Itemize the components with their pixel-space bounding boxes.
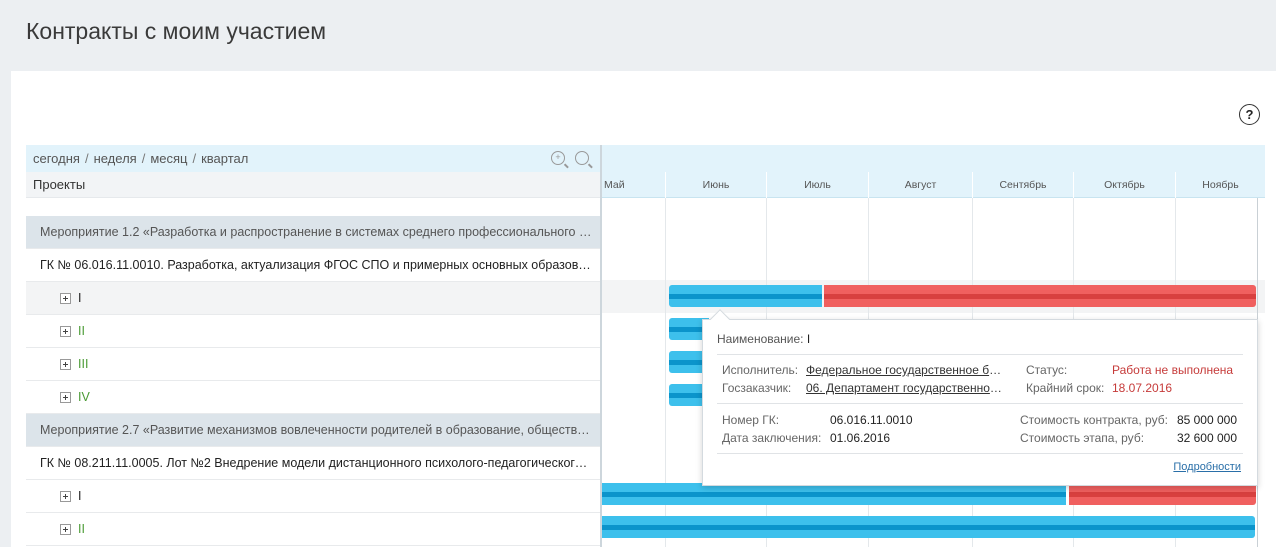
stage-cost-value: 32 600 000 xyxy=(1176,431,1237,445)
scale-toolbar: сегодня / неделя / месяц / квартал + xyxy=(26,145,600,172)
tree-group-row[interactable]: Мероприятие 1.2 «Разработка и распростра… xyxy=(26,216,600,249)
deadline-label: Крайний срок: xyxy=(1026,381,1105,395)
month-label: Июнь xyxy=(665,172,766,198)
gantt-toolbar-strip xyxy=(602,145,1265,172)
tree-stage-row[interactable]: I xyxy=(26,282,600,315)
tree-contract-row[interactable]: ГК № 08.211.11.0005. Лот №2 Внедрение мо… xyxy=(26,447,600,480)
stage-label: II xyxy=(78,324,85,338)
executor-label: Исполнитель: xyxy=(722,363,799,377)
gantt-bar[interactable] xyxy=(602,516,1255,538)
stage-label: IV xyxy=(78,390,90,404)
customer-link[interactable]: 06. Департамент государственной политики xyxy=(806,381,1006,395)
page-title: Контракты с моим участием xyxy=(26,18,327,44)
deadline-value: 18.07.2016 xyxy=(1112,381,1173,395)
contract-cost-label: Стоимость контракта, руб: xyxy=(1020,413,1168,427)
gantt-bar[interactable] xyxy=(669,285,1256,307)
contract-number-label: Номер ГК: xyxy=(722,413,780,427)
projects-column-header: Проекты xyxy=(26,172,600,198)
tree-stage-row[interactable]: III xyxy=(26,348,600,381)
conclusion-date-value: 01.06.2016 xyxy=(830,431,891,445)
conclusion-date-label: Дата заключения: xyxy=(722,431,822,445)
month-label: Ноябрь xyxy=(1175,172,1265,198)
details-link[interactable]: Подробности xyxy=(1173,461,1241,473)
tree-contract-row[interactable]: ГК № 06.016.11.0010. Разработка, актуали… xyxy=(26,249,600,282)
scale-today[interactable]: сегодня xyxy=(33,151,80,166)
stage-label: I xyxy=(78,291,82,305)
contract-number-value: 06.016.11.0010 xyxy=(830,413,913,427)
expand-icon[interactable] xyxy=(60,358,71,370)
customer-label: Госзаказчик: xyxy=(722,381,792,395)
status-label: Статус: xyxy=(1026,363,1068,377)
tree-group-row[interactable]: Мероприятие 2.7 «Развитие механизмов вов… xyxy=(26,414,600,447)
zoom-in-icon[interactable]: + xyxy=(551,151,565,165)
gantt-bar[interactable] xyxy=(602,483,1256,505)
tree-stage-row[interactable]: IV xyxy=(26,381,600,414)
tree-stage-row[interactable]: I xyxy=(26,480,600,513)
stage-label: II xyxy=(78,522,85,536)
month-label: Июль xyxy=(766,172,868,198)
tooltip-name-value: I xyxy=(806,332,811,346)
expand-icon[interactable] xyxy=(60,325,71,337)
help-icon[interactable]: ? xyxy=(1239,104,1260,125)
tooltip-name-label: Наименование: xyxy=(717,332,804,346)
scale-month[interactable]: месяц xyxy=(150,151,187,166)
contract-cost-value: 85 000 000 xyxy=(1176,413,1237,427)
stage-label: I xyxy=(78,489,82,503)
stage-cost-label: Стоимость этапа, руб: xyxy=(1020,431,1145,445)
scale-quarter[interactable]: квартал xyxy=(201,151,248,166)
expand-icon[interactable] xyxy=(60,292,71,304)
expand-icon[interactable] xyxy=(60,391,71,403)
tree-stage-row[interactable]: II xyxy=(26,315,600,348)
stage-tooltip: Наименование: I Исполнитель: Федеральное… xyxy=(702,309,1258,486)
tree-stage-row[interactable]: II xyxy=(26,513,600,546)
expand-icon[interactable] xyxy=(60,523,71,535)
status-value: Работа не выполнена xyxy=(1112,363,1234,377)
stage-label: III xyxy=(78,357,89,371)
executor-link[interactable]: Федеральное государственное бюджетное уч… xyxy=(806,363,1006,377)
month-label: Август xyxy=(868,172,972,198)
month-label: Сентябрь xyxy=(972,172,1073,198)
gantt-months-header: Май Июнь Июль Август Сентябрь Октябрь Но… xyxy=(602,172,1265,198)
expand-icon[interactable] xyxy=(60,490,71,502)
month-label: Октябрь xyxy=(1073,172,1175,198)
zoom-out-icon[interactable] xyxy=(575,151,589,165)
month-label: Май xyxy=(604,179,625,191)
scale-week[interactable]: неделя xyxy=(94,151,137,166)
project-tree: сегодня / неделя / месяц / квартал + Про… xyxy=(26,145,602,547)
